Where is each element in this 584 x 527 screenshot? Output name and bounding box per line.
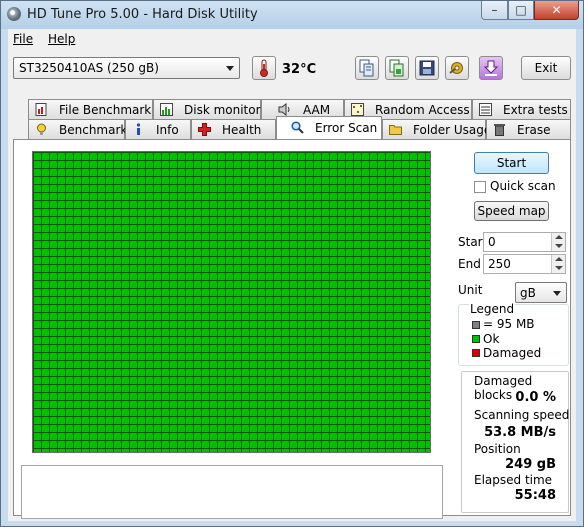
temperature-value: 32°C [282, 62, 317, 77]
legend-swatch-damaged [472, 349, 480, 357]
app-disk-icon [7, 7, 21, 21]
quick-scan-label: Quick scan [490, 179, 556, 193]
elapsed-time-label: Elapsed time [474, 473, 553, 487]
save-icon [419, 60, 435, 76]
unit-label: Unit [458, 283, 483, 297]
temperature-button[interactable] [252, 56, 276, 80]
spin-up-icon[interactable] [551, 255, 565, 264]
close-button[interactable]: ✕ [534, 1, 579, 20]
tab-extra-tests[interactable]: Extra tests [472, 99, 571, 119]
tab-label: Info [156, 123, 179, 137]
tab-label: Random Access [375, 103, 470, 117]
start-value: 0 [488, 235, 496, 249]
menu-help-label: Help [48, 32, 76, 46]
health-icon [198, 123, 211, 136]
tab-label: Disk monitor [184, 103, 261, 117]
tab-label: Folder Usage [413, 123, 492, 137]
legend-swatch-ok [472, 335, 480, 343]
copy-info-button[interactable] [355, 56, 379, 80]
scan-log-box[interactable] [21, 465, 443, 519]
tab-label: Extra tests [503, 103, 568, 117]
menu-bar: File Help [8, 29, 576, 49]
title-bar[interactable]: HD Tune Pro 5.00 - Hard Disk Utility – □… [1, 1, 583, 29]
speed-map-button[interactable]: Speed map [474, 201, 549, 221]
minimize-button[interactable]: – [481, 1, 508, 20]
end-value: 250 [488, 257, 511, 271]
options-icon [449, 62, 463, 74]
block-map-grid [32, 151, 431, 453]
chevron-down-icon [553, 291, 561, 296]
spin-down-icon[interactable] [551, 242, 565, 251]
legend-ok: Ok [483, 332, 500, 346]
tab-label: File Benchmark [59, 103, 152, 117]
legend-damaged: Damaged [483, 346, 542, 360]
menu-help[interactable]: Help [48, 32, 75, 46]
save-button[interactable] [415, 56, 439, 80]
menu-file[interactable]: File [13, 32, 33, 46]
quick-scan-checkbox[interactable] [474, 181, 486, 193]
menu-file-label: File [13, 32, 34, 46]
tab-info[interactable]: Info [125, 119, 191, 139]
copy-screenshot-button[interactable] [385, 56, 409, 80]
copy-info-icon [359, 59, 374, 77]
spin-up-icon[interactable] [551, 233, 565, 242]
legend-swatch-block-size [472, 321, 480, 329]
exit-button[interactable]: Exit [521, 56, 571, 80]
extra-tests-icon [479, 103, 492, 116]
copy-screenshot-icon [389, 59, 404, 77]
start-stepper[interactable]: 0 [483, 232, 566, 252]
tab-label: Health [222, 123, 262, 137]
elapsed-time-value: 55:48 [514, 488, 556, 503]
unit-select[interactable]: gB [515, 282, 567, 303]
end-field-label: End [458, 257, 481, 271]
tab-error-scan[interactable]: Error Scan [276, 116, 382, 139]
benchmark-icon [37, 123, 46, 135]
disk-monitor-icon [160, 103, 173, 116]
tab-erase[interactable]: Erase [486, 119, 571, 139]
magnifier-icon [291, 121, 304, 134]
options-button[interactable] [445, 56, 469, 80]
tab-file-benchmark[interactable]: File Benchmark [28, 99, 153, 119]
unit-value: gB [520, 286, 536, 300]
tab-label: Benchmark [59, 123, 128, 137]
scanning-speed-label: Scanning speed [474, 408, 570, 422]
maximize-button[interactable]: □ [508, 1, 534, 20]
spin-down-icon[interactable] [551, 264, 565, 273]
error-scan-panel: Start Quick scan Speed map Start 0 End 2… [13, 139, 571, 519]
speaker-icon [278, 103, 290, 116]
tab-benchmark[interactable]: Benchmark [28, 119, 128, 139]
start-button[interactable]: Start [474, 152, 549, 174]
thermometer-icon [260, 59, 268, 77]
chevron-down-icon [226, 66, 234, 71]
tab-label: Error Scan [315, 121, 378, 135]
damaged-blocks-value: 0.0 % [515, 390, 556, 405]
legend-block-size: = 95 MB [483, 317, 535, 331]
download-button[interactable] [479, 56, 503, 80]
info-icon [136, 123, 141, 135]
tab-health[interactable]: Health [191, 119, 276, 139]
drive-select[interactable]: ST3250410AS (250 gB) [13, 57, 240, 79]
app-window: HD Tune Pro 5.00 - Hard Disk Utility – □… [0, 0, 584, 527]
client-area: File Help ST3250410AS (250 gB) 32°C Exit… [8, 29, 576, 521]
window-title: HD Tune Pro 5.00 - Hard Disk Utility [27, 7, 258, 22]
position-value: 249 gB [505, 457, 556, 472]
tab-label: Erase [517, 123, 551, 137]
tab-disk-monitor[interactable]: Disk monitor [153, 99, 261, 119]
drive-select-value: ST3250410AS (250 gB) [19, 61, 159, 75]
tab-folder-usage[interactable]: Folder Usage [382, 119, 491, 139]
folder-icon [389, 125, 402, 135]
end-stepper[interactable]: 250 [483, 254, 566, 274]
random-access-icon [351, 103, 364, 116]
download-icon [483, 60, 499, 76]
tab-label: AAM [303, 103, 331, 117]
legend-title: Legend [469, 302, 516, 316]
file-benchmark-icon [35, 103, 47, 116]
trash-icon [494, 124, 505, 136]
position-label: Position [474, 442, 521, 456]
scanning-speed-value: 53.8 MB/s [484, 425, 556, 440]
